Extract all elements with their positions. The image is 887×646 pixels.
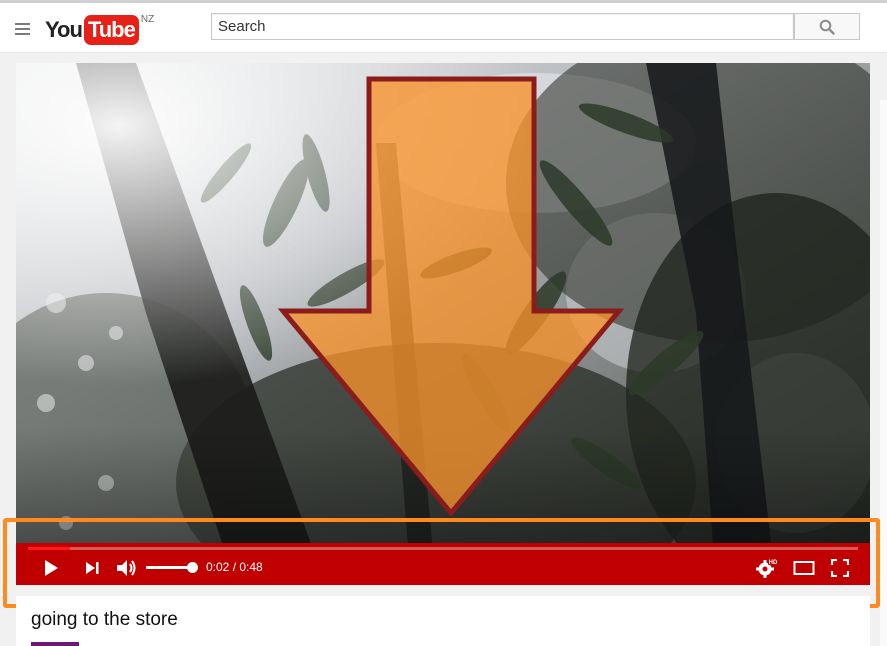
youtube-logo[interactable]: You Tube NZ	[45, 15, 154, 45]
search-button[interactable]	[794, 13, 860, 40]
video-player[interactable]	[16, 63, 870, 585]
hamburger-menu-icon[interactable]	[15, 23, 30, 35]
channel-avatar[interactable]	[31, 642, 79, 646]
search-icon	[819, 19, 835, 35]
controls-highlight-annotation	[3, 518, 880, 608]
video-info-panel: going to the store	[16, 596, 870, 646]
logo-region: NZ	[140, 14, 155, 25]
video-frame	[16, 63, 870, 585]
video-title: going to the store	[31, 609, 178, 630]
search-input[interactable]	[211, 13, 794, 40]
logo-you-text: You	[45, 17, 83, 42]
logo-tube-text: Tube	[83, 15, 139, 45]
sidebar-edge	[880, 100, 887, 646]
